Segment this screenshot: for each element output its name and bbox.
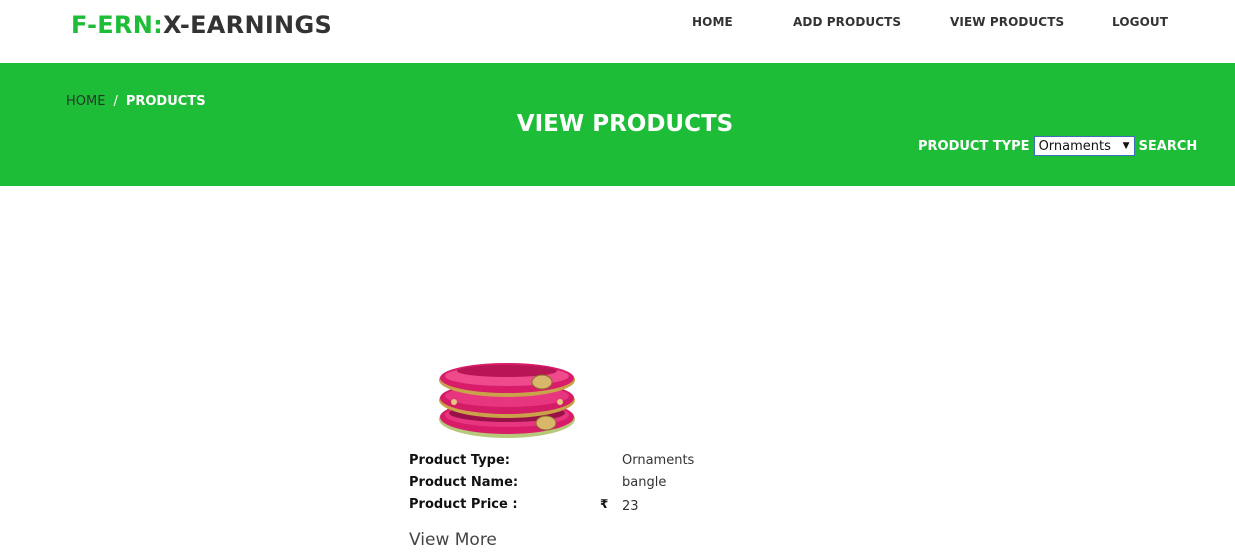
brand-logo-part2: X-EARNINGS: [162, 11, 333, 39]
breadcrumb: HOME / PRODUCTS: [66, 94, 206, 109]
product-name-value: bangle: [622, 475, 667, 490]
page-title: VIEW PRODUCTS: [516, 111, 734, 137]
breadcrumb-home[interactable]: HOME: [66, 94, 105, 109]
brand-logo-part1: F-ERN:: [71, 11, 163, 39]
search-button[interactable]: SEARCH: [1139, 139, 1198, 154]
product-type-select[interactable]: Ornaments ▼: [1033, 136, 1135, 156]
view-more-link[interactable]: View More: [409, 530, 497, 550]
dropdown-arrow-icon: ▼: [1122, 141, 1130, 151]
product-type-label: PRODUCT TYPE: [918, 138, 1030, 154]
product-name-label: Product Name:: [409, 475, 519, 490]
page-banner: HOME / PRODUCTS VIEW PRODUCTS PRODUCT TYPE…: [0, 63, 1235, 186]
top-navbar: F-ERN:X-EARNINGS HOME ADD PRODUCTS VIEW …: [0, 0, 1235, 63]
product-type-value: Ornaments: [622, 453, 695, 468]
nav-home[interactable]: HOME: [692, 15, 733, 29]
brand-logo[interactable]: F-ERN:X-EARNINGS: [71, 11, 332, 39]
nav-add-products[interactable]: ADD PRODUCTS: [793, 15, 901, 29]
nav-view-products[interactable]: VIEW PRODUCTS: [950, 15, 1064, 29]
product-type-filter: PRODUCT TYPE Ornaments ▼ SEARCH: [918, 136, 1197, 156]
product-type-label-field: Product Type:: [409, 453, 510, 468]
bangle-image-svg: [439, 363, 575, 438]
nav-logout[interactable]: LOGOUT: [1112, 15, 1168, 29]
breadcrumb-current: PRODUCTS: [125, 94, 206, 109]
breadcrumb-separator: /: [113, 94, 118, 109]
bangle-image[interactable]: [434, 355, 580, 445]
rupee-icon: ₹: [600, 497, 609, 511]
product-price-value: 23: [622, 499, 639, 514]
product-type-selected: Ornaments: [1038, 138, 1111, 154]
product-price-label: Product Price :: [409, 497, 518, 512]
